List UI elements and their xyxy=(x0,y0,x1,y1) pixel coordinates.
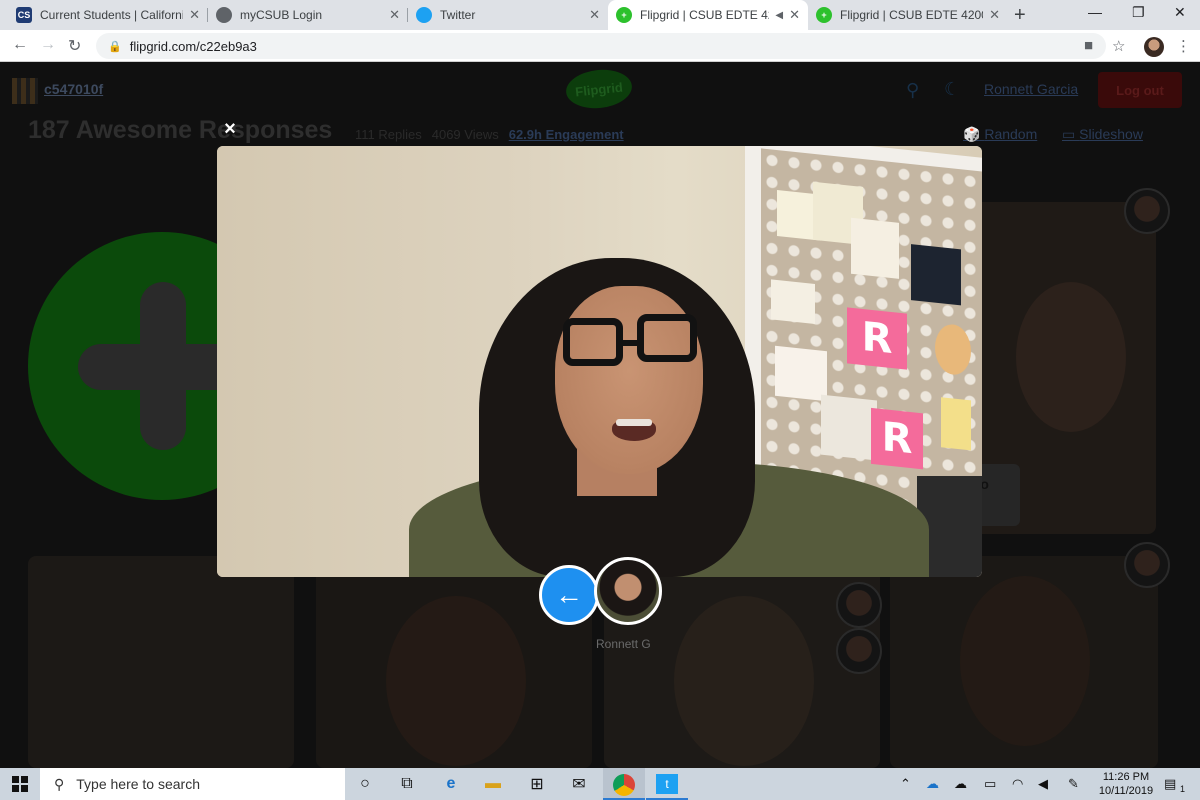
lock-icon: 🔒 xyxy=(108,40,122,53)
address-bar: ← → ↻ 🔒 flipgrid.com/c22eb9a3 ■ ☆ ⋮ xyxy=(0,30,1200,62)
page-title: 187 Awesome Responses xyxy=(28,116,333,144)
response-avatar[interactable] xyxy=(1124,188,1170,234)
browser-tab-bar: CS Current Students | California State ✕… xyxy=(0,0,1200,30)
close-tab-icon[interactable]: ✕ xyxy=(989,7,1000,23)
close-tab-icon[interactable]: ✕ xyxy=(589,7,600,23)
flipgrid-logo[interactable]: Flipgrid xyxy=(564,66,634,112)
reload-icon[interactable]: ↻ xyxy=(68,36,81,56)
slideshow-label: Slideshow xyxy=(1079,126,1143,142)
bookmark-star-icon[interactable]: ☆ xyxy=(1112,37,1125,55)
store-bag-icon[interactable]: ⊞ xyxy=(526,774,548,794)
notification-center-icon[interactable]: ▤ xyxy=(1164,776,1176,792)
file-explorer-icon[interactable]: ▬ xyxy=(482,774,504,794)
tab-title: Twitter xyxy=(440,8,476,22)
glasses-right-lens xyxy=(637,314,697,362)
tray-chevron-icon[interactable]: ⌃ xyxy=(900,776,911,792)
new-tab-button[interactable]: + xyxy=(1014,4,1026,27)
volume-icon[interactable]: ◀ xyxy=(1038,776,1048,792)
restore-button[interactable]: ❐ xyxy=(1132,4,1145,21)
response-avatar[interactable] xyxy=(836,628,882,674)
response-avatar[interactable] xyxy=(1124,542,1170,588)
close-tab-icon[interactable]: ✕ xyxy=(789,7,800,23)
engagement-link[interactable]: 62.9h Engagement xyxy=(509,127,624,142)
profile-avatar[interactable] xyxy=(1144,37,1164,57)
battery-icon[interactable]: ▭ xyxy=(984,776,996,792)
task-view-icon[interactable]: ⧉ xyxy=(396,774,418,794)
chrome-icon xyxy=(613,774,635,796)
slideshow-icon: ▭ xyxy=(1062,126,1080,142)
responder-avatar[interactable] xyxy=(594,557,662,625)
forward-arrow-icon[interactable]: → xyxy=(40,36,56,54)
back-arrow-icon[interactable]: ← xyxy=(12,36,28,54)
edge-browser-icon[interactable]: e xyxy=(440,774,462,794)
url-input[interactable]: 🔒 flipgrid.com/c22eb9a3 xyxy=(96,33,1106,59)
views-count: 4069 Views xyxy=(431,127,499,142)
sticker-character xyxy=(935,322,971,377)
menu-kebab-icon[interactable]: ⋮ xyxy=(1176,37,1191,55)
system-clock[interactable]: 11:26 PM 10/11/2019 xyxy=(1098,770,1154,798)
tab-flipgrid-active[interactable]: + Flipgrid | CSUB EDTE 4200 ◀ ✕ xyxy=(608,0,808,30)
close-modal-button[interactable]: × xyxy=(218,117,242,141)
taskbar-search-box[interactable]: ⚲ Type here to search xyxy=(40,768,345,800)
topic-stats: 111 Replies 4069 Views 62.9h Engagement xyxy=(355,127,624,142)
clock-time: 11:26 PM xyxy=(1102,771,1150,783)
previous-response-button[interactable]: ← xyxy=(539,565,599,625)
grid-code-link[interactable]: c547010f xyxy=(44,81,103,97)
close-window-button[interactable]: ✕ xyxy=(1174,4,1186,21)
tab-title: myCSUB Login xyxy=(240,8,323,22)
windows-start-icon[interactable] xyxy=(12,776,28,792)
tab-title: Flipgrid | CSUB EDTE 4200 - Tw xyxy=(840,8,983,22)
cloud-icon[interactable]: ☁ xyxy=(954,776,967,792)
responder-name: Ronnett G xyxy=(596,637,651,651)
letter-r-decoration: R xyxy=(871,407,923,470)
speaker-icon[interactable]: ◀ xyxy=(775,10,783,21)
dark-mode-moon-icon[interactable]: ☾ xyxy=(944,79,960,100)
tab-flipgrid-2[interactable]: + Flipgrid | CSUB EDTE 4200 - Tw ✕ xyxy=(808,0,1008,30)
search-icon[interactable]: ⚲ xyxy=(906,80,919,101)
mail-envelope-icon[interactable]: ✉ xyxy=(568,774,590,794)
onedrive-cloud-icon[interactable]: ☁ xyxy=(926,776,939,792)
logout-button[interactable]: Log out xyxy=(1098,72,1182,108)
close-tab-icon[interactable]: ✕ xyxy=(189,7,200,23)
dice-icon: 🎲 xyxy=(963,126,985,142)
wifi-icon[interactable]: ◠ xyxy=(1012,776,1023,792)
twitter-app-icon: t xyxy=(656,774,678,794)
response-avatar[interactable] xyxy=(836,582,882,628)
user-name-link[interactable]: Ronnett Garcia xyxy=(984,81,1078,97)
tab-title: Flipgrid | CSUB EDTE 4200 xyxy=(640,8,769,22)
camera-icon[interactable]: ■ xyxy=(1084,37,1093,54)
notification-count: 1 xyxy=(1180,784,1186,794)
cortana-circle-icon[interactable]: ○ xyxy=(354,774,376,794)
tab-mycsub-login[interactable]: myCSUB Login ✕ xyxy=(208,0,408,30)
slideshow-link[interactable]: ▭ Slideshow xyxy=(1062,126,1143,143)
clock-date: 10/11/2019 xyxy=(1098,785,1154,797)
csub-favicon-icon: CS xyxy=(16,7,32,23)
taskbar-chrome-item[interactable] xyxy=(603,768,645,800)
tab-title: Current Students | California State xyxy=(40,8,183,22)
url-text: flipgrid.com/c22eb9a3 xyxy=(129,38,257,54)
response-video-player[interactable]: R R xyxy=(217,146,982,577)
pen-ink-icon[interactable]: ✎ xyxy=(1068,776,1079,792)
tab-current-students[interactable]: CS Current Students | California State ✕ xyxy=(8,0,208,30)
twitter-icon xyxy=(416,7,432,23)
random-label: Random xyxy=(984,126,1038,142)
response-card[interactable] xyxy=(28,556,294,768)
flipgrid-favicon-icon: + xyxy=(816,7,832,23)
taskbar-search-placeholder: Type here to search xyxy=(76,776,201,792)
glasses-left-lens xyxy=(563,318,623,366)
letter-r-decoration: R xyxy=(847,307,907,370)
taskbar-twitter-item[interactable]: t xyxy=(646,768,688,800)
replies-count: 111 Replies xyxy=(355,127,422,142)
tab-twitter[interactable]: Twitter ✕ xyxy=(408,0,608,30)
search-icon: ⚲ xyxy=(54,775,65,792)
windows-taskbar: ⚲ Type here to search ○ ⧉ e ▬ ⊞ ✉ t ⌃ ☁ … xyxy=(0,768,1200,800)
response-card[interactable] xyxy=(890,556,1158,768)
minimize-button[interactable]: — xyxy=(1088,4,1102,20)
globe-icon xyxy=(216,7,232,23)
qr-code-icon[interactable] xyxy=(12,78,38,104)
random-link[interactable]: 🎲 Random xyxy=(963,126,1037,143)
flipgrid-favicon-icon: + xyxy=(616,7,632,23)
close-tab-icon[interactable]: ✕ xyxy=(389,7,400,23)
